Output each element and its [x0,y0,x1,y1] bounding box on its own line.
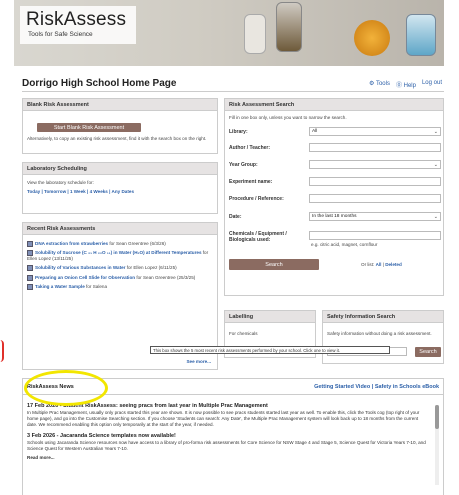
bottle-image [276,2,302,52]
help-label: Help [403,83,416,89]
library-select[interactable]: All ⌄ [309,127,441,136]
ra-title[interactable]: Taking a Water Sample [35,284,85,289]
lab-scheduling-panel: Laboratory Scheduling View the laborator… [22,162,218,214]
chemicals-hint: e.g. citric acid, magnet, cornflour [311,242,378,247]
logo-title: RiskAssess [26,9,127,30]
experiment-input[interactable] [309,177,441,186]
tools-link[interactable]: ⚙ Tools [369,80,390,89]
list-item[interactable]: DNA extraction from strawberries for Sea… [27,241,213,247]
author-label: Author / Teacher: [229,145,271,151]
divider [22,91,444,92]
date-value: In the last 18 months [312,214,357,219]
logo[interactable]: RiskAssess Tools for Safe Science [20,6,136,44]
blank-ra-header: Blank Risk Assessment [23,99,217,111]
blank-ra-panel: Blank Risk Assessment Start Blank Risk A… [22,98,218,154]
experiment-label: Experiment name: [229,179,273,185]
logout-link[interactable]: Log out [422,80,442,89]
annotation-circle [24,370,108,406]
chevron-down-icon: ⌄ [433,214,438,220]
page: RiskAssess Tools for Safe Science Dorrig… [14,0,444,495]
blue-flask-image [406,14,436,56]
procedure-label: Procedure / Reference: [229,196,284,202]
blank-ra-note: Alternatively, to copy an existing risk … [27,136,207,141]
news-links[interactable]: Getting Started Video | Safety in School… [314,384,439,390]
chemicals-input[interactable] [309,231,441,240]
ra-search-header: Risk Assessment Search [225,99,443,111]
list-deleted-link[interactable]: Deleted [385,262,402,267]
document-icon [27,241,33,247]
logo-subtitle: Tools for Safe Science [28,31,93,38]
safety-search-button[interactable]: Search [415,347,441,357]
read-more-link[interactable]: Read more... [27,455,427,461]
ra-meta: for Salena [84,284,107,290]
document-icon [27,265,33,272]
ra-meta: for Ellen Lopez (6/11/25) [125,265,177,271]
list-item[interactable]: Solubility of Various Substances in Wate… [27,265,213,272]
author-input[interactable] [309,143,441,152]
date-select[interactable]: In the last 18 months ⌄ [309,212,441,221]
scrollbar-thumb[interactable] [435,405,439,429]
or-list-label: Or list: [361,262,375,267]
labelling-body[interactable]: For chemicals [229,331,258,337]
chevron-down-icon: ⌄ [433,129,438,135]
news-item: 17 Feb 2026 - Student RiskAssess: seeing… [27,403,427,428]
safety-search-header: Safety Information Search [323,311,443,323]
tooltip: This box shows the 5 most recent risk as… [150,346,390,354]
year-label: Year Group: [229,162,258,168]
library-label: Library: [229,129,248,135]
help-link[interactable]: ⓪ Help [396,80,416,89]
recent-ra-header: Recent Risk Assessments [23,223,217,235]
list-item[interactable]: Taking a Water Sample for Salena [27,283,213,290]
or-list: Or list: All | Deleted [361,262,402,267]
tools-label: Tools [375,81,390,87]
news-list: 17 Feb 2026 - Student RiskAssess: seeing… [27,403,427,461]
lab-note: View the laboratory schedule for: [27,180,94,185]
ra-meta: for Sean Greentree (6/3/26) [108,241,166,247]
start-blank-ra-button[interactable]: Start Blank Risk Assessment [37,123,141,132]
library-value: All [312,129,318,134]
lab-date-links[interactable]: Today | Tomorrow | 1 Week | 4 Weeks | An… [27,189,134,195]
recent-ra-list: DNA extraction from strawberries for Sea… [27,241,213,293]
news-item: 3 Feb 2026 - Jacaranda Science templates… [27,433,427,452]
document-icon [27,283,33,290]
orange-flask-image [354,20,390,56]
document-icon [27,250,33,257]
list-all-link[interactable]: All [376,262,382,267]
news-headline: 17 Feb 2026 - Student RiskAssess: seeing… [27,403,268,409]
news-headline: 3 Feb 2026 - Jacaranda Science templates… [27,433,176,439]
flask-image [244,14,266,54]
procedure-input[interactable] [309,194,441,203]
ra-title[interactable]: Solubility of Various Substances in Wate… [35,266,125,271]
search-button[interactable]: Search [229,259,319,270]
see-more-link[interactable]: See more... [186,359,211,365]
list-item[interactable]: Preparing an Onion Cell Slide for Observ… [27,274,213,281]
ra-search-panel: Risk Assessment Search Fill in one box o… [224,98,444,296]
ra-title[interactable]: Preparing an Onion Cell Slide for Observ… [35,275,135,280]
date-label: Date: [229,214,242,220]
chemicals-label: Chemicals / Equipment / Biologicals used… [229,231,287,243]
ra-meta: for Sean Greentree (25/3/25) [135,274,196,280]
document-icon [27,274,33,281]
page-title: Dorrigo High School Home Page [22,78,177,89]
year-select[interactable]: ⌄ [309,160,441,169]
news-body: Schools using Jacaranda Science resource… [27,440,426,451]
search-hint: Fill in one box only, unless you want to… [229,115,347,120]
ra-title[interactable]: DNA extraction from strawberries [35,241,108,246]
safety-note: Safety information without doing a risk … [327,331,432,336]
labelling-header: Labelling [225,311,315,323]
news-body: In Multiple Prac Management, usually onl… [27,410,420,427]
lab-scheduling-header: Laboratory Scheduling [23,163,217,175]
chevron-down-icon: ⌄ [433,162,438,168]
top-links: ⚙ Tools ⓪ Help Log out [369,80,442,89]
banner: RiskAssess Tools for Safe Science [14,0,444,66]
news-scrollbar[interactable] [435,405,439,485]
ra-title[interactable]: Solubility of Sucrose (C ₂₁ H ₂₂O ₁₁) in… [35,250,202,255]
safety-search-panel: Safety Information Search Safety informa… [322,310,444,364]
annotation-mark [0,340,4,362]
list-item[interactable]: Solubility of Sucrose (C ₂₁ H ₂₂O ₁₁) in… [27,250,213,262]
